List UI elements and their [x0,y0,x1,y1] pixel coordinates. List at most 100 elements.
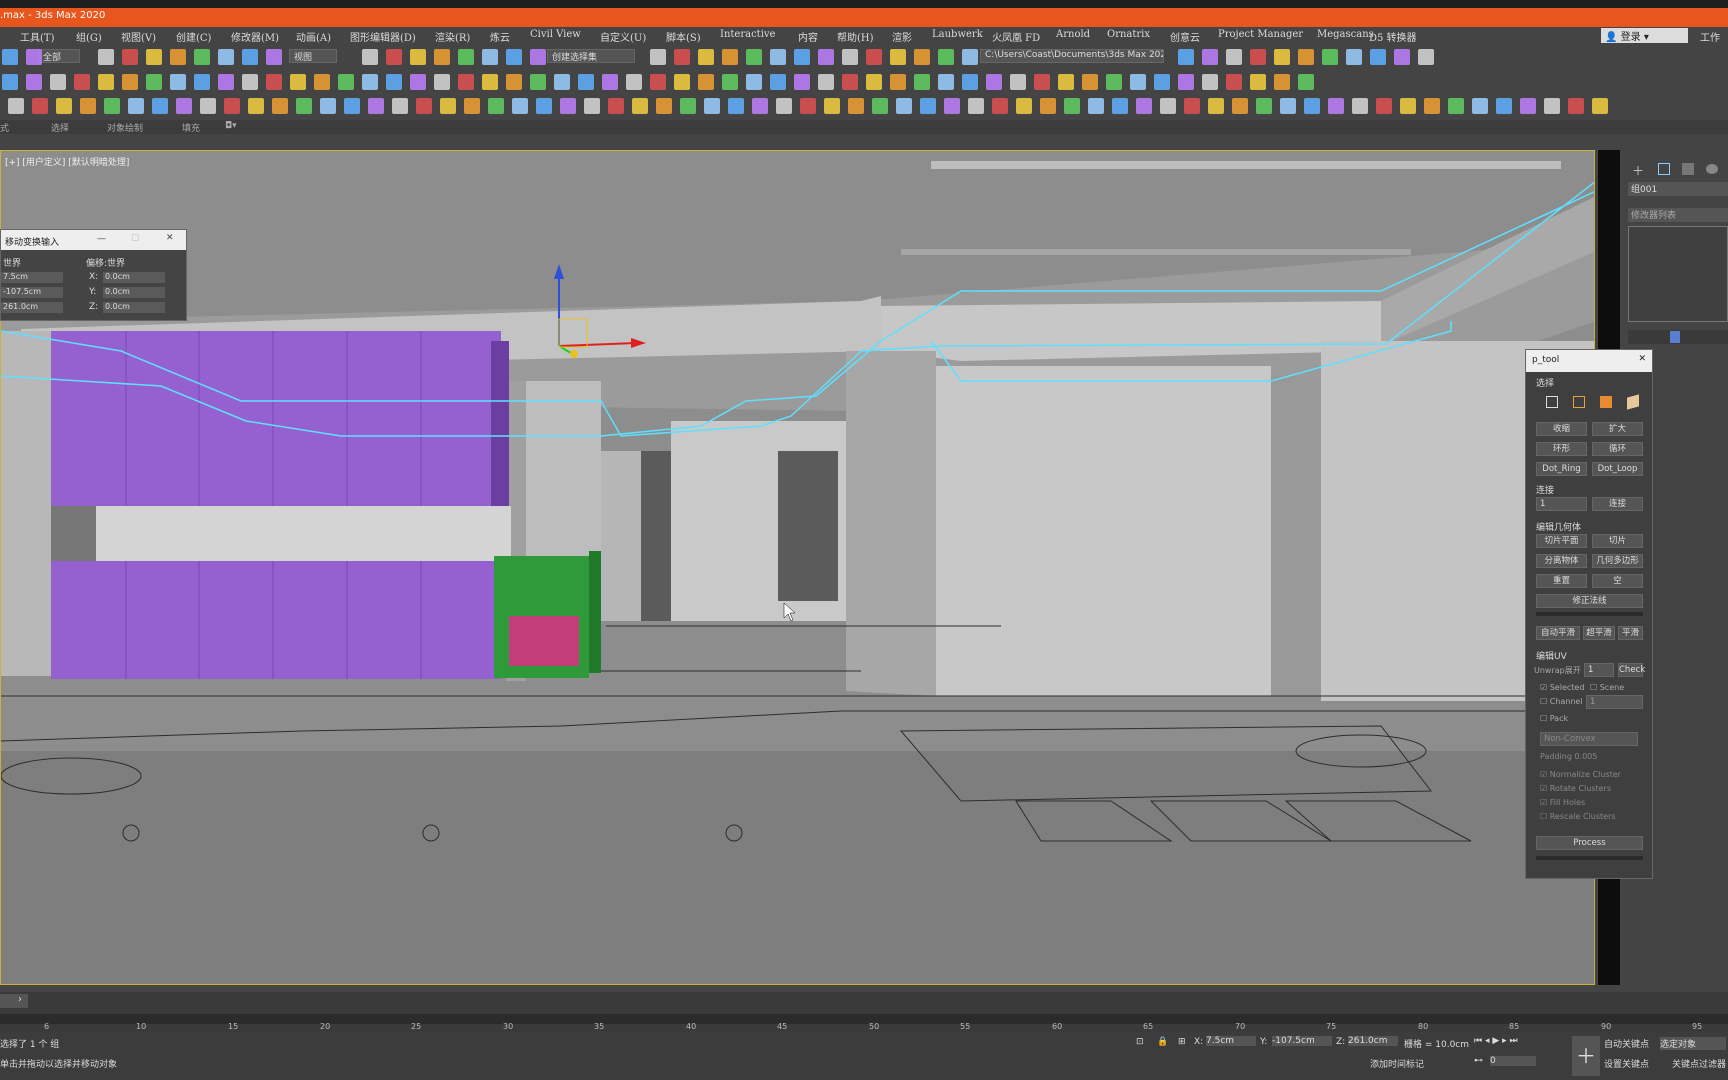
tb1-tool-icon-5[interactable] [170,49,186,65]
tb3-tool-icon-7[interactable] [176,98,192,114]
tb1-tool-icon-38[interactable] [1322,49,1338,65]
geo-poly-button[interactable]: 几何多边形 [1592,554,1643,568]
tb3-tool-icon-6[interactable] [152,98,168,114]
tb2-tool-icon-11[interactable] [266,74,282,90]
tb1-tool-icon-22[interactable] [746,49,762,65]
tb2-tool-icon-12[interactable] [290,74,306,90]
tb2-tool-icon-10[interactable] [242,74,258,90]
ribbon-toggle-icon[interactable]: ◘▾ [225,121,237,131]
tb2-tool-icon-21[interactable] [506,74,522,90]
menu-item-12[interactable]: Interactive [720,29,775,40]
tb2-tool-icon-45[interactable] [1082,74,1098,90]
tb2-tool-icon-51[interactable] [1226,74,1242,90]
menu-item-0[interactable]: 工具(T) [20,29,54,44]
tb3-tool-icon-17[interactable] [416,98,432,114]
tb3-tool-icon-26[interactable] [632,98,648,114]
tb3-tool-icon-3[interactable] [80,98,96,114]
z-coordinate-field[interactable]: 261.0cm [1348,1036,1398,1046]
close-icon[interactable]: ✕ [166,233,174,243]
hierarchy-tab-icon[interactable] [1682,163,1694,175]
named-selection-set-dropdown[interactable]: 创建选择集 [547,49,635,63]
tb2-tool-icon-19[interactable] [458,74,474,90]
tb3-tool-icon-51[interactable] [1232,98,1248,114]
tb3-tool-icon-12[interactable] [296,98,312,114]
tb2-tool-icon-17[interactable] [410,74,426,90]
time-slider-handle[interactable] [0,994,28,1008]
tb3-tool-icon-4[interactable] [104,98,120,114]
tb3-tool-icon-28[interactable] [680,98,696,114]
menu-item-6[interactable]: 图形编辑器(D) [350,29,416,44]
tb2-tool-icon-41[interactable] [986,74,1002,90]
tb2-tool-icon-48[interactable] [1154,74,1170,90]
grow-button[interactable]: 扩大 [1592,422,1643,436]
tb1-tool-icon-41[interactable] [1394,49,1410,65]
tb3-tool-icon-11[interactable] [272,98,288,114]
tb2-tool-icon-53[interactable] [1274,74,1290,90]
tb1-tool-icon-11[interactable] [386,49,402,65]
tb2-tool-icon-54[interactable] [1298,74,1314,90]
tb3-tool-icon-56[interactable] [1352,98,1368,114]
tb3-tool-icon-45[interactable] [1088,98,1104,114]
tb1-tool-icon-21[interactable] [722,49,738,65]
tb3-tool-icon-23[interactable] [560,98,576,114]
slice-button[interactable]: 切片 [1592,534,1643,548]
tb3-tool-icon-13[interactable] [320,98,336,114]
tb2-tool-icon-15[interactable] [362,74,378,90]
tb2-tool-icon-7[interactable] [170,74,186,90]
tb2-tool-icon-26[interactable] [626,74,642,90]
loop-button[interactable]: 循环 [1592,442,1643,456]
ribbon-label-mode[interactable]: 式 [0,121,9,134]
fix-normals-button[interactable]: 修正法线 [1536,594,1643,608]
tb2-tool-icon-20[interactable] [482,74,498,90]
tb2-tool-icon-49[interactable] [1178,74,1194,90]
tb3-tool-icon-40[interactable] [968,98,984,114]
menu-item-4[interactable]: 修改器(M) [231,29,279,44]
menu-item-2[interactable]: 视图(V) [121,29,156,44]
tb3-tool-icon-24[interactable] [584,98,600,114]
check-button[interactable]: Check [1618,663,1645,677]
tb3-tool-icon-30[interactable] [728,98,744,114]
current-frame-field[interactable]: 0 [1490,1056,1536,1066]
tb2-tool-icon-33[interactable] [794,74,810,90]
non-convex-dropdown[interactable]: Non-Convex [1540,732,1638,746]
tb1-tool-icon-0[interactable] [2,49,18,65]
tb2-tool-icon-1[interactable] [26,74,42,90]
tb2-tool-icon-14[interactable] [338,74,354,90]
key-filters-button[interactable]: 关键点过滤器 [1672,1057,1726,1070]
tb1-tool-icon-16[interactable] [506,49,522,65]
tb2-tool-icon-35[interactable] [842,74,858,90]
tb3-tool-icon-19[interactable] [464,98,480,114]
tb3-tool-icon-61[interactable] [1472,98,1488,114]
tb1-tool-icon-30[interactable] [938,49,954,65]
selection-filter-dropdown[interactable]: 全部 [38,49,80,63]
tb3-tool-icon-35[interactable] [848,98,864,114]
tb1-tool-icon-18[interactable] [650,49,666,65]
ribbon-label-fill[interactable]: 填充 [182,121,200,134]
tb3-tool-icon-50[interactable] [1208,98,1224,114]
tb1-tool-icon-6[interactable] [194,49,210,65]
tb3-tool-icon-58[interactable] [1400,98,1416,114]
channel-checkbox[interactable]: ☐ Channel [1540,697,1583,706]
absolute-z-field[interactable]: 261.0cm [1,302,63,313]
auto-key-button[interactable]: 自动关键点 [1604,1037,1649,1050]
tb3-tool-icon-57[interactable] [1376,98,1392,114]
tb2-tool-icon-23[interactable] [554,74,570,90]
tb3-tool-icon-66[interactable] [1592,98,1608,114]
unwrap-spinner[interactable]: 1 [1584,663,1614,677]
tb3-tool-icon-9[interactable] [224,98,240,114]
menu-item-22[interactable]: Megascans [1317,29,1374,40]
playback-controls[interactable]: ⏮ ◂ ▶ ▸ ⏭ [1474,1036,1518,1046]
tb3-tool-icon-18[interactable] [440,98,456,114]
tb2-tool-icon-40[interactable] [962,74,978,90]
tb2-tool-icon-37[interactable] [890,74,906,90]
timeline[interactable]: › 6 10 15 20 25 30 35 40 45 50 55 60 65 70 75 80 85 90 95 [0,992,1728,1032]
tb2-tool-icon-42[interactable] [1010,74,1026,90]
channel-spinner[interactable]: 1 [1586,695,1643,709]
tb1-tool-icon-39[interactable] [1346,49,1362,65]
track-bar[interactable] [0,1014,1728,1024]
absolute-x-field[interactable]: 7.5cm [1,272,63,283]
tb1-tool-icon-20[interactable] [698,49,714,65]
tb3-tool-icon-42[interactable] [1016,98,1032,114]
tb2-tool-icon-5[interactable] [122,74,138,90]
tb2-tool-icon-6[interactable] [146,74,162,90]
